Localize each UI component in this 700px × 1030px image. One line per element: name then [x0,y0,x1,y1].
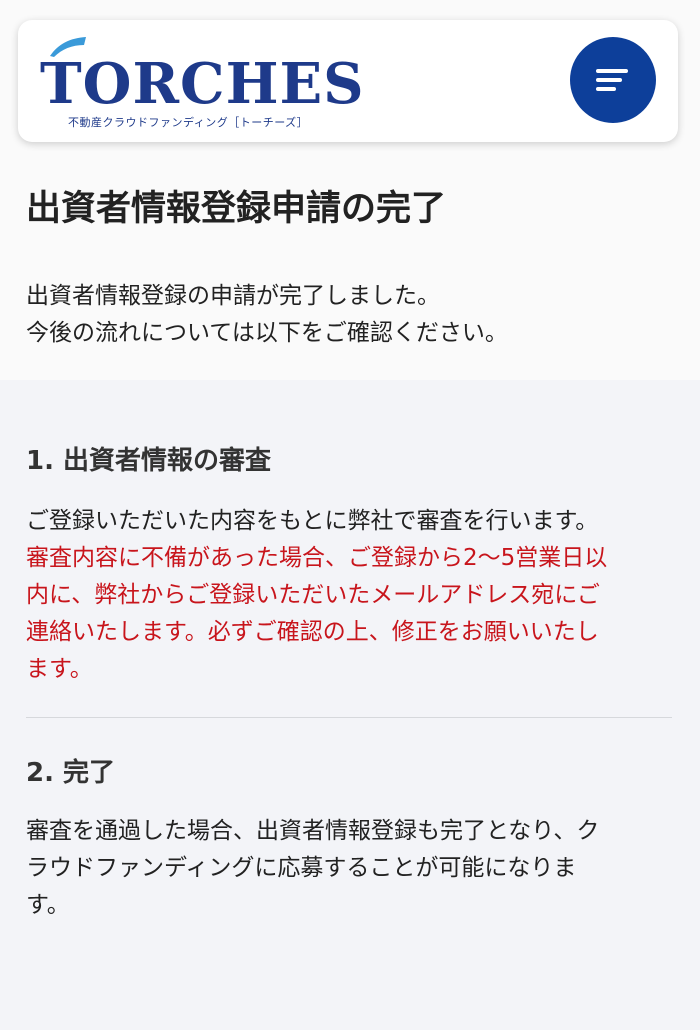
warning-line: ます。 [26,656,93,682]
body-line: す。 [26,892,70,918]
body-line: 審査を通過した場合、出資者情報登録も完了となり、ク [26,818,600,844]
warning-line: 連絡いたします。必ずご確認の上、修正をお願いいたし [26,619,599,645]
site-header: TORCHES 不動産クラウドファンディング［トーチーズ］ [18,20,678,142]
menu-button[interactable] [570,37,656,123]
section-body-review: ご登録いただいた内容をもとに弊社で審査を行います。 審査内容に不備があった場合、… [26,503,666,688]
section-divider [26,717,672,718]
section-body-complete: 審査を通過した場合、出資者情報登録も完了となり、ク ラウドファンディングに応募す… [26,813,666,924]
page-title: 出資者情報登録申請の完了 [26,189,447,229]
intro-line: 出資者情報登録の申請が完了しました。 [26,283,440,309]
section-heading-review: 1. 出資者情報の審査 [26,446,272,476]
section-heading-complete: 2. 完了 [26,758,116,788]
intro-line: 今後の流れについては以下をご確認ください。 [26,320,508,346]
warning-line: 内に、弊社からご登録いただいたメールアドレス宛にご [26,582,600,608]
body-line: ご登録いただいた内容をもとに弊社で審査を行います。 [26,508,599,534]
intro-text: 出資者情報登録の申請が完了しました。 今後の流れについては以下をご確認ください。 [26,278,508,352]
logo-wordmark: TORCHES [40,51,365,117]
warning-line: 審査内容に不備があった場合、ご登録から2〜5営業日以 [26,545,608,571]
menu-lines-icon [596,69,628,91]
torches-logo[interactable]: TORCHES 不動産クラウドファンディング［トーチーズ］ [40,36,364,136]
logo-tagline: 不動産クラウドファンディング［トーチーズ］ [68,116,309,129]
body-line: ラウドファンディングに応募することが可能になりま [26,855,577,881]
